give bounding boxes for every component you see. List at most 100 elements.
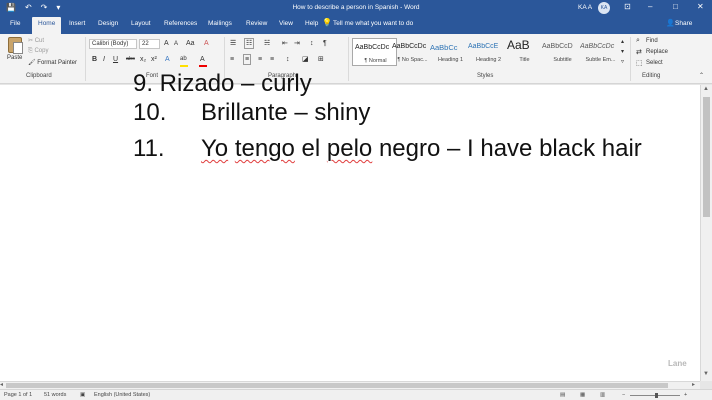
tab-review[interactable]: Review: [246, 20, 267, 27]
avatar[interactable]: KA: [598, 2, 610, 14]
group-label-styles: Styles: [477, 73, 494, 79]
list-item-text: Brillante – shiny: [201, 99, 371, 126]
line-spacing-icon[interactable]: ↕: [286, 55, 290, 64]
text-run: el: [294, 135, 327, 162]
bold-button[interactable]: B: [92, 55, 97, 64]
tab-references[interactable]: References: [164, 20, 197, 27]
underline-button[interactable]: U: [113, 55, 118, 64]
format-painter-label: Format Painter: [37, 60, 77, 66]
tab-mailings[interactable]: Mailings: [208, 20, 232, 27]
scroll-up-icon[interactable]: ▲: [703, 86, 709, 92]
select-button[interactable]: Select: [646, 60, 663, 66]
tell-me-search[interactable]: Tell me what you want to do: [333, 20, 413, 27]
text-run: [228, 135, 235, 162]
tab-home[interactable]: Home: [32, 17, 62, 34]
shading-icon[interactable]: ◪: [302, 55, 309, 64]
horizontal-scrollbar[interactable]: ◂ ▸: [0, 381, 700, 389]
print-layout-icon[interactable]: ▦: [580, 392, 585, 398]
style-subtle-emphasis[interactable]: AaBbCcDc Subtle Em...: [578, 38, 623, 66]
tab-view[interactable]: View: [279, 20, 293, 27]
share-button[interactable]: Share: [675, 20, 692, 27]
scroll-right-icon[interactable]: ▸: [692, 381, 695, 388]
subscript-button[interactable]: x₂: [140, 55, 146, 64]
tab-layout[interactable]: Layout: [131, 20, 151, 27]
change-case-icon[interactable]: Aa: [186, 39, 195, 48]
word-count[interactable]: 51 words: [44, 392, 66, 398]
proofing-icon[interactable]: ▣: [80, 392, 85, 398]
maximize-icon[interactable]: □: [673, 2, 678, 12]
misspelled-word[interactable]: pelo: [327, 135, 372, 162]
document-page[interactable]: 9. Rizado – curly 10. Brillante – shiny …: [0, 70, 700, 381]
group-label-clipboard: Clipboard: [26, 73, 52, 79]
text-run: negro – I have black hair: [372, 135, 642, 162]
minimize-icon[interactable]: –: [648, 2, 652, 12]
share-icon[interactable]: 👤: [666, 19, 675, 27]
align-center-icon[interactable]: ≡: [243, 54, 252, 65]
language-indicator[interactable]: English (United States): [94, 392, 150, 398]
grow-font-icon[interactable]: A: [164, 39, 169, 48]
superscript-button[interactable]: x²: [151, 55, 157, 64]
font-size-select[interactable]: 22: [139, 39, 160, 49]
bullets-icon[interactable]: ☰: [230, 39, 236, 48]
user-name[interactable]: KA A: [578, 4, 592, 11]
scroll-thumb[interactable]: [703, 97, 710, 217]
find-button[interactable]: Find: [646, 38, 658, 44]
misspelled-word[interactable]: tengo: [235, 135, 295, 162]
tab-insert[interactable]: Insert: [69, 20, 85, 27]
tab-design[interactable]: Design: [98, 20, 118, 27]
highlight-icon[interactable]: ab: [180, 55, 187, 64]
replace-icon: ⇄: [636, 49, 642, 56]
borders-icon[interactable]: ⊞: [318, 55, 324, 64]
web-layout-icon[interactable]: ▥: [600, 392, 605, 398]
shrink-font-icon[interactable]: A: [174, 40, 178, 49]
scroll-down-icon[interactable]: ▼: [703, 371, 709, 377]
styles-scroll-down-icon[interactable]: ▾: [621, 48, 624, 57]
zoom-slider-handle[interactable]: [655, 393, 658, 398]
styles-scroll-up-icon[interactable]: ▴: [621, 38, 624, 47]
tab-help[interactable]: Help: [305, 20, 318, 27]
text-effects-icon[interactable]: A: [165, 55, 170, 64]
increase-indent-icon[interactable]: ⇥: [294, 39, 300, 48]
status-bar: Page 1 of 1 51 words ▣ English (United S…: [0, 389, 712, 400]
copy-button[interactable]: ⎘ Copy: [28, 48, 48, 55]
ribbon-tabs: File Home Insert Design Layout Reference…: [0, 16, 712, 34]
close-icon[interactable]: ✕: [697, 2, 704, 12]
numbering-icon[interactable]: ☷: [244, 38, 255, 49]
replace-button[interactable]: Replace: [646, 49, 668, 55]
italic-button[interactable]: I: [103, 55, 105, 64]
clear-formatting-icon[interactable]: A: [204, 39, 209, 48]
watermark-text: Lane: [668, 359, 687, 368]
cut-button[interactable]: ✂ Cut: [28, 37, 44, 44]
zoom-in-icon[interactable]: +: [684, 392, 687, 398]
sort-icon[interactable]: ↕: [310, 39, 314, 48]
scroll-left-icon[interactable]: ◂: [0, 381, 3, 388]
show-marks-icon[interactable]: ¶: [323, 39, 327, 48]
list-number: 10.: [133, 99, 167, 126]
multilevel-list-icon[interactable]: ☵: [264, 39, 270, 48]
collapse-ribbon-icon[interactable]: ⌃: [699, 72, 704, 81]
read-mode-icon[interactable]: ▤: [560, 392, 565, 398]
ribbon-display-icon[interactable]: ⊡: [624, 2, 631, 12]
title-bar: 💾 ↶ ↷ ▾ How to describe a person in Span…: [0, 0, 712, 16]
styles-more-icon[interactable]: ▿: [621, 58, 624, 67]
group-label-editing: Editing: [642, 73, 661, 79]
cut-line-text: 9. Rizado – curly: [133, 70, 312, 97]
paste-button[interactable]: Paste: [7, 55, 22, 61]
cut-label: Cut: [34, 38, 45, 44]
font-color-icon[interactable]: A: [200, 55, 205, 64]
paste-icon[interactable]: [8, 37, 23, 54]
decrease-indent-icon[interactable]: ⇤: [282, 39, 288, 48]
justify-icon[interactable]: ≡: [270, 55, 274, 64]
vertical-scrollbar[interactable]: ▲ ▼: [700, 85, 712, 381]
page-count[interactable]: Page 1 of 1: [4, 392, 32, 398]
format-painter-button[interactable]: 🖌 Format Painter: [28, 59, 77, 66]
zoom-out-icon[interactable]: −: [622, 392, 625, 398]
watermark-logo: Lane: [668, 359, 698, 377]
align-right-icon[interactable]: ≡: [258, 55, 262, 64]
horizontal-scroll-thumb[interactable]: [6, 383, 668, 388]
strikethrough-button[interactable]: abc: [126, 55, 135, 64]
tab-file[interactable]: File: [10, 20, 20, 27]
align-left-icon[interactable]: ≡: [230, 55, 234, 64]
font-name-select[interactable]: Calibri (Body): [89, 39, 137, 49]
misspelled-word[interactable]: Yo: [201, 135, 228, 162]
